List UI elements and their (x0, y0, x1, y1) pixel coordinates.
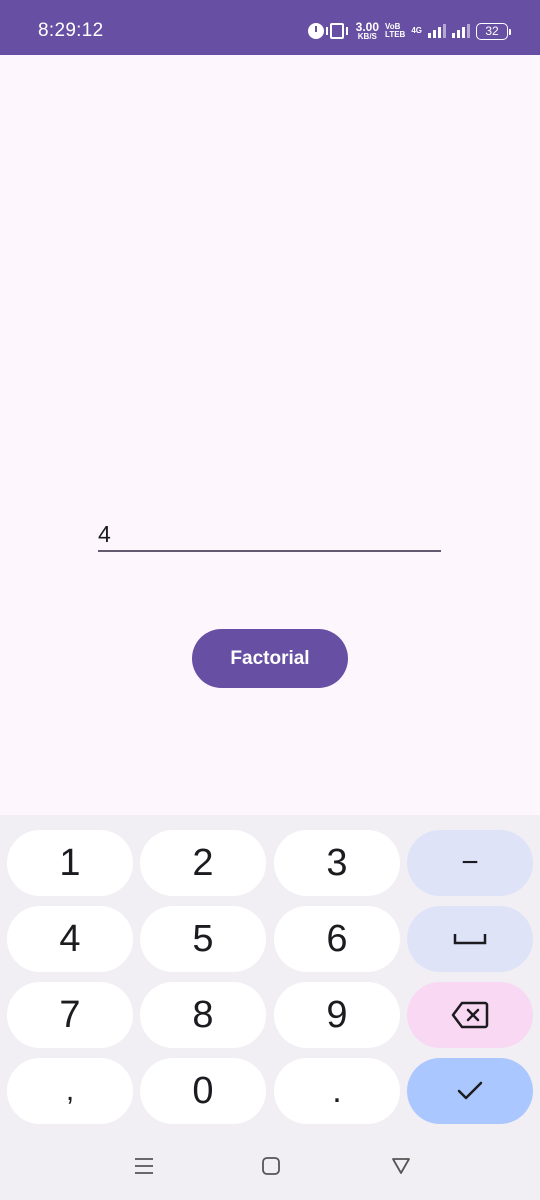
home-button[interactable] (259, 1154, 283, 1178)
status-bar: 8:29:12 3.00 KB/S VoB LTEB 4G 32 (0, 0, 540, 55)
key-7[interactable]: 7 (7, 982, 133, 1048)
alarm-icon (307, 23, 324, 39)
volte-bottom: LTEB (385, 30, 406, 39)
key-backspace[interactable] (407, 982, 533, 1048)
key-6[interactable]: 6 (274, 906, 400, 972)
key-space[interactable] (407, 906, 533, 972)
factorial-button[interactable]: Factorial (192, 629, 348, 688)
key-done[interactable] (407, 1058, 533, 1124)
recents-button[interactable] (132, 1154, 156, 1178)
check-icon (457, 1081, 483, 1100)
back-icon (392, 1158, 410, 1174)
key-0[interactable]: 0 (140, 1058, 266, 1124)
status-icons: 3.00 KB/S VoB LTEB 4G 32 (307, 20, 511, 42)
key-5[interactable]: 5 (140, 906, 266, 972)
network-speed: 3.00 KB/S (356, 21, 379, 41)
speed-unit: KB/S (357, 32, 377, 41)
key-comma[interactable]: , (7, 1058, 133, 1124)
home-icon (262, 1157, 280, 1175)
battery-icon: 32 (476, 22, 511, 40)
network-type: 4G (411, 26, 422, 35)
key-minus[interactable]: − (407, 830, 533, 896)
status-time: 8:29:12 (38, 20, 104, 41)
key-9[interactable]: 9 (274, 982, 400, 1048)
number-input-container[interactable] (98, 510, 441, 552)
space-icon (453, 934, 487, 945)
back-button[interactable] (389, 1154, 413, 1178)
navigation-bar (0, 1130, 540, 1200)
vibrate-icon (325, 23, 348, 39)
signal-icon (428, 24, 446, 38)
key-3[interactable]: 3 (274, 830, 400, 896)
key-8[interactable]: 8 (140, 982, 266, 1048)
volte-indicator: VoB LTEB (385, 23, 405, 39)
number-input[interactable] (98, 510, 441, 550)
backspace-icon (451, 1001, 489, 1029)
key-1[interactable]: 1 (7, 830, 133, 896)
key-period[interactable]: . (274, 1058, 400, 1124)
key-4[interactable]: 4 (7, 906, 133, 972)
menu-icon (135, 1158, 153, 1174)
key-2[interactable]: 2 (140, 830, 266, 896)
signal-icon-2 (452, 24, 470, 38)
input-underline (98, 550, 441, 552)
